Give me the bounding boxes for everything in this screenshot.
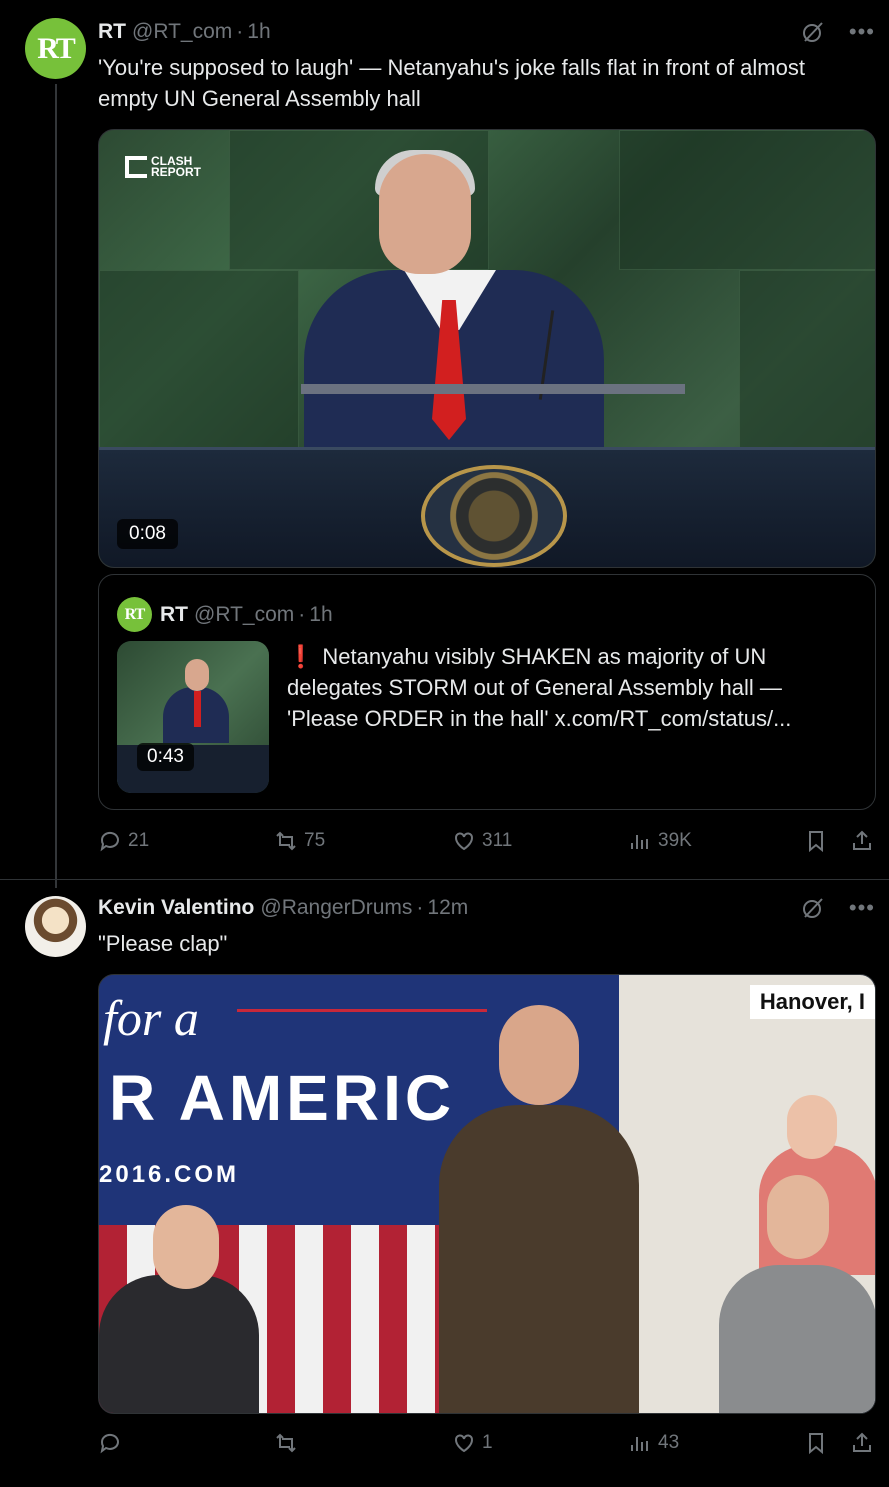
author-name[interactable]: Kevin Valentino — [98, 896, 254, 920]
views-count: 43 — [658, 1432, 680, 1453]
like-button[interactable]: 311 — [452, 829, 512, 853]
logo-line-2: REPORT — [151, 165, 202, 179]
bookmark-icon — [809, 831, 823, 853]
thread-line — [55, 84, 57, 888]
speaker-head — [499, 1005, 579, 1105]
person-left-figure — [99, 1275, 259, 1413]
quote-body: Netanyahu visibly SHAKEN as majority of … — [287, 644, 792, 731]
more-icon[interactable]: ••• — [849, 897, 875, 919]
lectern — [301, 384, 685, 394]
tweet-actions: 21 75 311 39K — [98, 829, 878, 859]
repost-button[interactable]: 75 — [274, 829, 325, 853]
quoted-tweet[interactable]: RT RT @RT_com · 1h 0:43 ❗ Netanyahu visib… — [98, 574, 876, 810]
bookmark-button[interactable] — [804, 829, 828, 853]
tweet-header: Kevin Valentino @RangerDrums · 12m — [98, 896, 468, 920]
avatar-logo-text: RT — [37, 31, 76, 65]
timestamp[interactable]: 1h — [247, 20, 270, 44]
timestamp[interactable]: 12m — [427, 896, 468, 920]
thumb-speaker-head — [185, 659, 209, 691]
reply-icon — [100, 1433, 119, 1454]
tweet-top-icons: ••• — [801, 20, 875, 44]
video-player[interactable]: CLASH REPORT 0:08 — [98, 129, 876, 568]
banner-text-line2: R AMERIC — [109, 1062, 456, 1134]
speaker-figure — [439, 1105, 639, 1413]
separator-dot: · — [236, 20, 244, 43]
repost-icon — [276, 1433, 296, 1453]
repost-button[interactable] — [274, 1431, 304, 1455]
views-icon — [631, 1437, 648, 1451]
thumb-speaker-tie — [194, 691, 201, 727]
tweet-kevin[interactable]: Kevin Valentino @RangerDrums · 12m ••• "… — [0, 880, 889, 1487]
author-name[interactable]: RT — [98, 20, 126, 44]
banner-text-line1: for a — [103, 990, 199, 1046]
tweet-rt[interactable]: RT RT @RT_com · 1h ••• 'You're supposed … — [0, 0, 889, 888]
quote-avatar[interactable]: RT — [117, 597, 152, 632]
person-right-head — [767, 1175, 829, 1259]
quote-author-handle[interactable]: @RT_com — [194, 603, 294, 627]
views-button[interactable]: 39K — [628, 829, 692, 853]
quote-header: RT RT @RT_com · 1h — [117, 597, 333, 632]
reply-icon — [100, 831, 119, 852]
banner-text-line3: 2016.COM — [99, 1161, 240, 1188]
quote-author-name[interactable]: RT — [160, 603, 188, 627]
views-button[interactable]: 43 — [628, 1431, 679, 1455]
bookmark-button[interactable] — [804, 1431, 828, 1455]
quote-avatar-text: RT — [124, 605, 146, 623]
separator-dot: · — [298, 602, 306, 626]
repost-count: 75 — [304, 830, 326, 851]
repost-icon — [276, 831, 296, 851]
clash-report-logo: CLASH REPORT — [125, 155, 202, 179]
avatar[interactable]: RT — [25, 18, 86, 79]
person-girl-head — [787, 1095, 837, 1159]
tweet-text: 'You're supposed to laugh' — Netanyahu's… — [98, 55, 805, 111]
views-icon — [631, 835, 648, 849]
more-icon[interactable]: ••• — [849, 21, 875, 43]
quote-video-duration: 0:43 — [137, 743, 194, 771]
clash-report-mark-icon — [125, 156, 147, 178]
share-icon — [853, 830, 871, 850]
marble-panel — [739, 270, 875, 450]
quote-text: ❗ Netanyahu visibly SHAKEN as majority of… — [287, 641, 857, 734]
speaker-head — [379, 154, 471, 274]
video-duration: 0:08 — [117, 519, 178, 549]
location-badge: Hanover, I — [749, 985, 875, 1019]
share-button[interactable] — [850, 829, 874, 853]
marble-panel — [619, 130, 875, 270]
tweet-text: "Please clap" — [98, 931, 228, 956]
grok-icon[interactable] — [801, 20, 825, 44]
share-icon — [853, 1432, 871, 1452]
bookmark-icon — [809, 1433, 823, 1455]
tweet-top-icons: ••• — [801, 896, 875, 920]
video-player[interactable]: for a R AMERIC 2016.COM Hanover, I — [98, 974, 876, 1414]
like-button[interactable]: 1 — [452, 1431, 493, 1455]
marble-panel — [99, 270, 299, 450]
share-button[interactable] — [850, 1431, 874, 1455]
avatar[interactable] — [25, 896, 86, 957]
views-count: 39K — [658, 830, 692, 851]
like-icon — [455, 1434, 473, 1453]
person-right-figure — [719, 1265, 875, 1413]
like-count: 311 — [482, 830, 513, 851]
like-icon — [455, 832, 473, 851]
tweet-actions: 1 43 — [98, 1431, 878, 1461]
quote-timestamp[interactable]: 1h — [309, 603, 332, 627]
author-handle[interactable]: @RangerDrums — [260, 896, 412, 920]
quote-video-thumbnail[interactable]: 0:43 — [117, 641, 269, 793]
un-emblem-icon — [421, 465, 567, 567]
reply-button[interactable]: 21 — [98, 829, 149, 853]
reply-button[interactable] — [98, 1431, 128, 1455]
author-handle[interactable]: @RT_com — [132, 20, 232, 44]
person-left-head — [153, 1205, 219, 1289]
like-count: 1 — [482, 1432, 493, 1453]
separator-dot: · — [416, 896, 424, 919]
banner-rule — [237, 1009, 487, 1012]
alert-icon: ❗ — [287, 644, 315, 669]
reply-count: 21 — [128, 830, 150, 851]
grok-icon[interactable] — [801, 896, 825, 920]
tweet-header: RT @RT_com · 1h — [98, 20, 271, 44]
